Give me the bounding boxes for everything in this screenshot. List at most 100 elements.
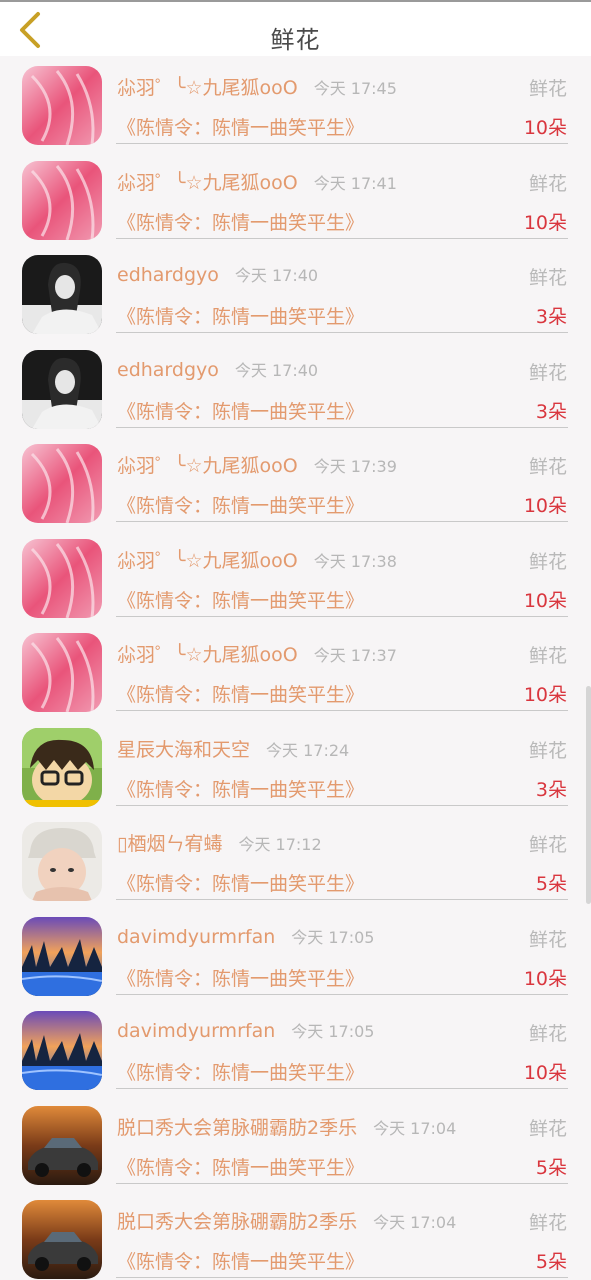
avatar[interactable] xyxy=(22,1011,102,1090)
gift-type: 鲜花 xyxy=(528,739,567,762)
book-title[interactable]: 《陈情令：陈情一曲笑平生》 xyxy=(117,586,364,613)
divider xyxy=(116,804,568,806)
list-item[interactable]: ▯梄烟ㄣ宥蝳 今天 17:12 鲜花 《陈情令：陈情一曲笑平生》 5朵 xyxy=(0,812,591,907)
avatar[interactable] xyxy=(22,160,102,240)
gift-type: 鲜花 xyxy=(528,172,567,195)
gift-type: 鲜花 xyxy=(528,1212,567,1234)
gift-type: 鲜花 xyxy=(528,550,567,573)
timestamp: 今天 17:37 xyxy=(313,646,397,665)
book-title[interactable]: 《陈情令：陈情一曲笑平生》 xyxy=(117,491,364,518)
list-item[interactable]: edhardgyo 今天 17:40 鲜花 《陈情令：陈情一曲笑平生》 3朵 xyxy=(0,340,591,435)
gift-list[interactable]: 尛羽゜╰☆九尾狐ooO 今天 17:45 鲜花 《陈情令：陈情一曲笑平生》 10朵… xyxy=(0,56,591,1280)
book-title[interactable]: 《陈情令：陈情一曲笑平生》 xyxy=(117,775,364,802)
gift-type: 鲜花 xyxy=(528,1023,567,1045)
divider xyxy=(116,1277,568,1278)
divider xyxy=(116,1088,568,1089)
timestamp: 今天 17:41 xyxy=(313,173,397,193)
book-title[interactable]: 《陈情令：陈情一曲笑平生》 xyxy=(117,869,364,896)
gift-count: 5朵 xyxy=(535,873,567,895)
divider xyxy=(116,237,568,239)
gift-count: 10朵 xyxy=(523,1062,567,1084)
divider xyxy=(116,615,568,617)
list-item[interactable]: davimdyurmrfan 今天 17:05 鲜花 《陈情令：陈情一曲笑平生》 … xyxy=(0,1001,591,1096)
gift-count: 3朵 xyxy=(535,306,567,328)
list-item[interactable]: 星辰大海和天空 今天 17:24 鲜花 《陈情令：陈情一曲笑平生》 3朵 xyxy=(0,718,591,813)
gift-type: 鲜花 xyxy=(528,834,567,856)
book-title[interactable]: 《陈情令：陈情一曲笑平生》 xyxy=(117,302,364,329)
divider xyxy=(116,332,568,333)
book-title[interactable]: 《陈情令：陈情一曲笑平生》 xyxy=(117,1247,364,1274)
avatar[interactable] xyxy=(22,1105,102,1185)
timestamp: 今天 17:12 xyxy=(238,835,322,854)
book-title[interactable]: 《陈情令：陈情一曲笑平生》 xyxy=(117,964,364,991)
avatar[interactable] xyxy=(22,255,102,334)
user-name[interactable]: ▯梄烟ㄣ宥蝳 今天 17:12 xyxy=(117,829,322,856)
divider xyxy=(116,710,568,711)
timestamp: 今天 17:04 xyxy=(373,1118,457,1138)
timestamp: 今天 17:05 xyxy=(291,927,375,947)
gift-count: 10朵 xyxy=(523,684,567,706)
user-name[interactable]: davimdyurmrfan 今天 17:05 xyxy=(117,924,374,948)
gift-count: 10朵 xyxy=(523,589,567,612)
user-name[interactable]: edhardgyo 今天 17:40 xyxy=(117,262,318,286)
list-item[interactable]: davimdyurmrfan 今天 17:05 鲜花 《陈情令：陈情一曲笑平生》 … xyxy=(0,907,591,1002)
gift-count: 10朵 xyxy=(523,211,567,234)
gift-count: 5朵 xyxy=(535,1156,567,1179)
list-item[interactable]: 尛羽゜╰☆九尾狐ooO 今天 17:37 鲜花 《陈情令：陈情一曲笑平生》 10朵 xyxy=(0,623,591,718)
list-item[interactable]: 尛羽゜╰☆九尾狐ooO 今天 17:38 鲜花 《陈情令：陈情一曲笑平生》 10朵 xyxy=(0,529,591,624)
user-name[interactable]: 脱口秀大会第脉硼霸肪2季乐 今天 17:04 xyxy=(117,1207,456,1234)
gift-count: 10朵 xyxy=(523,967,567,990)
divider xyxy=(116,1182,568,1184)
app-header: 鲜花 xyxy=(0,2,591,56)
book-title[interactable]: 《陈情令：陈情一曲笑平生》 xyxy=(117,397,364,424)
gift-type: 鲜花 xyxy=(528,645,567,667)
divider xyxy=(116,426,568,428)
divider xyxy=(116,143,568,144)
book-title[interactable]: 《陈情令：陈情一曲笑平生》 xyxy=(117,680,364,707)
timestamp: 今天 17:04 xyxy=(373,1213,457,1232)
avatar[interactable] xyxy=(22,727,102,807)
timestamp: 今天 17:39 xyxy=(313,457,397,476)
user-name[interactable]: 星辰大海和天空 今天 17:24 xyxy=(117,735,349,762)
list-item[interactable]: 尛羽゜╰☆九尾狐ooO 今天 17:41 鲜花 《陈情令：陈情一曲笑平生》 10朵 xyxy=(0,151,591,246)
avatar[interactable] xyxy=(22,916,102,996)
book-title[interactable]: 《陈情令：陈情一曲笑平生》 xyxy=(117,208,364,235)
avatar[interactable] xyxy=(22,538,102,618)
avatar[interactable] xyxy=(22,822,102,901)
book-title[interactable]: 《陈情令：陈情一曲笑平生》 xyxy=(117,113,364,140)
divider xyxy=(116,993,568,995)
gift-count: 10朵 xyxy=(523,117,567,139)
avatar[interactable] xyxy=(22,633,102,712)
scrollbar[interactable] xyxy=(586,686,591,904)
user-name[interactable]: davimdyurmrfan 今天 17:05 xyxy=(117,1018,374,1042)
gift-type: 鲜花 xyxy=(528,78,567,100)
user-name[interactable]: 尛羽゜╰☆九尾狐ooO 今天 17:39 xyxy=(117,451,397,478)
timestamp: 今天 17:40 xyxy=(234,266,319,285)
timestamp: 今天 17:38 xyxy=(313,551,397,571)
book-title[interactable]: 《陈情令：陈情一曲笑平生》 xyxy=(117,1058,364,1085)
avatar[interactable] xyxy=(22,1200,102,1279)
user-name[interactable]: 尛羽゜╰☆九尾狐ooO 今天 17:38 xyxy=(117,546,397,573)
avatar[interactable] xyxy=(22,444,102,523)
gift-type: 鲜花 xyxy=(528,361,567,384)
user-name[interactable]: 尛羽゜╰☆九尾狐ooO 今天 17:45 xyxy=(117,73,397,100)
gift-type: 鲜花 xyxy=(528,456,567,478)
user-name[interactable]: 尛羽゜╰☆九尾狐ooO 今天 17:37 xyxy=(117,640,397,667)
gift-type: 鲜花 xyxy=(528,928,567,951)
list-item[interactable]: edhardgyo 今天 17:40 鲜花 《陈情令：陈情一曲笑平生》 3朵 xyxy=(0,245,591,340)
list-item[interactable]: 尛羽゜╰☆九尾狐ooO 今天 17:45 鲜花 《陈情令：陈情一曲笑平生》 10朵 xyxy=(0,56,591,151)
list-item[interactable]: 脱口秀大会第脉硼霸肪2季乐 今天 17:04 鲜花 《陈情令：陈情一曲笑平生》 5… xyxy=(0,1096,591,1191)
list-item[interactable]: 尛羽゜╰☆九尾狐ooO 今天 17:39 鲜花 《陈情令：陈情一曲笑平生》 10朵 xyxy=(0,434,591,529)
timestamp: 今天 17:40 xyxy=(234,360,319,380)
user-name[interactable]: edhardgyo 今天 17:40 xyxy=(117,357,318,381)
avatar[interactable] xyxy=(22,349,102,429)
divider xyxy=(116,521,568,522)
user-name[interactable]: 脱口秀大会第脉硼霸肪2季乐 今天 17:04 xyxy=(117,1113,456,1140)
avatar[interactable] xyxy=(22,66,102,145)
user-name[interactable]: 尛羽゜╰☆九尾狐ooO 今天 17:41 xyxy=(117,168,397,195)
gift-type: 鲜花 xyxy=(528,267,567,289)
gift-type: 鲜花 xyxy=(528,1117,567,1140)
list-item[interactable]: 脱口秀大会第脉硼霸肪2季乐 今天 17:04 鲜花 《陈情令：陈情一曲笑平生》 5… xyxy=(0,1190,591,1280)
book-title[interactable]: 《陈情令：陈情一曲笑平生》 xyxy=(117,1153,364,1180)
gift-count: 10朵 xyxy=(523,495,567,517)
